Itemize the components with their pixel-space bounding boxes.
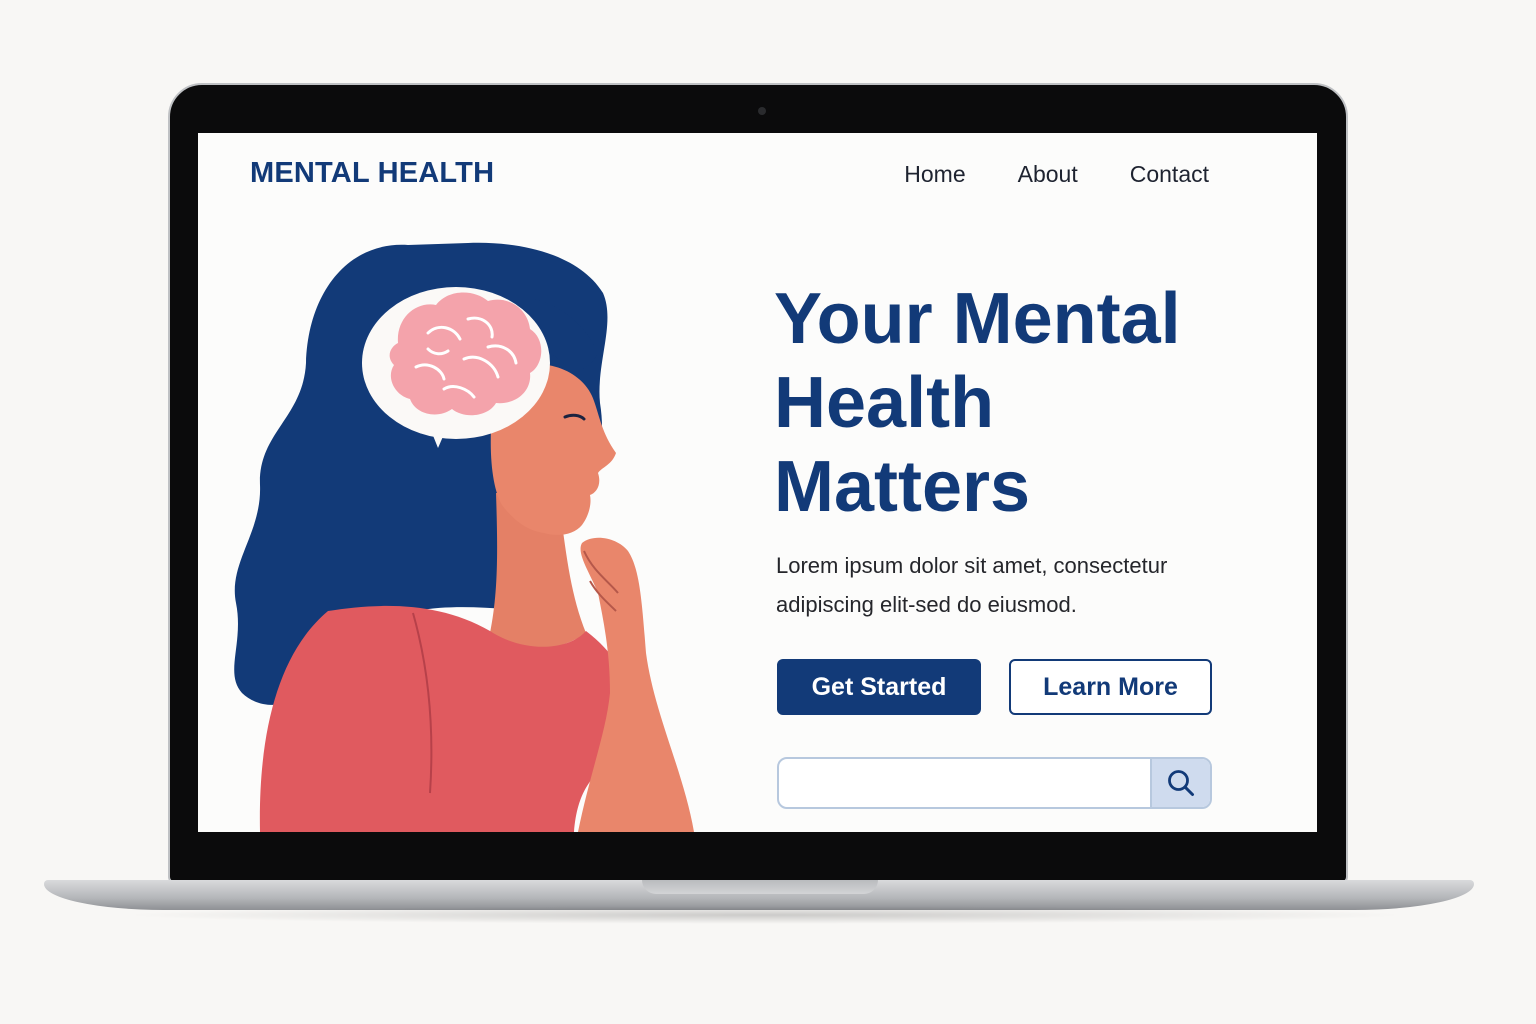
hero-title-line-3: Matters — [774, 447, 1031, 527]
hero-description-line-2: adipiscing elit-sed do eiusmod. — [776, 592, 1077, 617]
brain-shape — [389, 292, 542, 416]
get-started-button[interactable]: Get Started — [777, 659, 981, 715]
woman-thinking-illustration — [234, 242, 694, 832]
search-button[interactable] — [1150, 759, 1210, 807]
camera-dot — [758, 107, 766, 115]
laptop-shadow — [120, 906, 1410, 924]
hero-title-line-1: Your Mental — [774, 279, 1181, 359]
search-bar — [777, 757, 1212, 809]
nav-home[interactable]: Home — [904, 161, 965, 188]
site-logo[interactable]: MENTAL HEALTH — [250, 157, 494, 190]
hero-description-line-1: Lorem ipsum dolor sit amet, consectetur — [776, 553, 1168, 578]
learn-more-button[interactable]: Learn More — [1009, 659, 1212, 715]
laptop-base-notch — [642, 880, 878, 894]
search-input[interactable] — [779, 759, 1150, 807]
browser-screen: MENTAL HEALTH Home About Contact Your Me… — [198, 133, 1317, 832]
shirt-shape — [259, 605, 634, 832]
nav-about[interactable]: About — [1018, 161, 1078, 188]
hero-description: Lorem ipsum dolor sit amet, consectetur … — [776, 546, 1236, 624]
hero-title-line-2: Health — [774, 363, 995, 443]
search-icon — [1168, 770, 1194, 796]
nav-contact[interactable]: Contact — [1130, 161, 1209, 188]
hero-title: Your Mental Health Matters — [774, 277, 1254, 529]
main-nav: Home About Contact — [904, 161, 1209, 188]
